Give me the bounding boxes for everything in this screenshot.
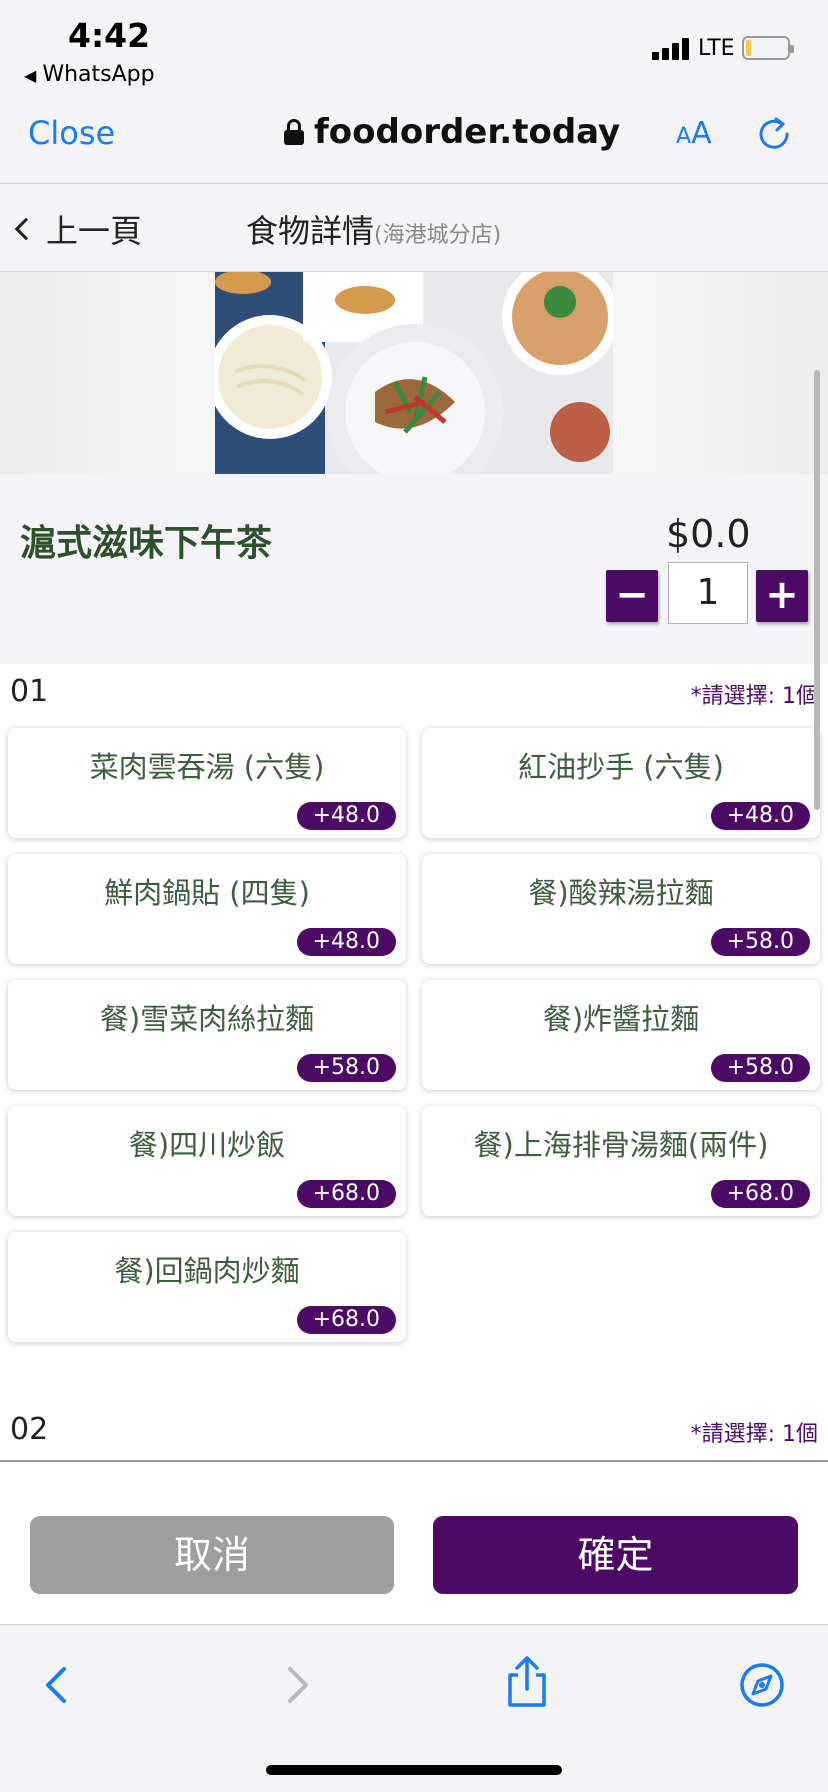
compass-icon[interactable] [738, 1661, 786, 1709]
group-number: 01 [10, 674, 49, 709]
home-indicator [266, 1765, 562, 1775]
back-icon[interactable] [34, 1661, 82, 1709]
page-title: 食物詳情(海港城分店) [246, 212, 502, 250]
group-header-02: 02 *請選擇: 1個 [0, 1402, 828, 1458]
browser-top-bar: Close foodorder.today AA [0, 96, 828, 184]
scrollbar[interactable] [814, 370, 820, 810]
hero-banner [0, 272, 828, 474]
status-bar: 4:42 ◀ WhatsApp LTE [0, 0, 828, 96]
back-label: 上一頁 [46, 212, 143, 250]
quantity-increase-button[interactable]: + [756, 570, 808, 622]
option-price-badge: +48.0 [296, 802, 396, 830]
status-time: 4:42 [68, 16, 151, 55]
option-label: 餐)上海排骨湯麵(兩件) [473, 1128, 769, 1162]
confirm-button[interactable]: 確定 [433, 1516, 798, 1594]
option-card[interactable]: 紅油抄手 (六隻) +48.0 [422, 728, 820, 838]
reload-icon[interactable] [756, 116, 792, 152]
chevron-left-icon [14, 217, 38, 241]
option-price-badge: +68.0 [710, 1180, 810, 1208]
action-footer: 取消 確定 [0, 1462, 828, 1624]
url-text: foodorder.today [314, 112, 621, 152]
option-label: 餐)四川炒飯 [128, 1128, 286, 1162]
quantity-decrease-button[interactable]: − [606, 570, 658, 622]
cancel-button[interactable]: 取消 [30, 1516, 394, 1594]
text-size-button[interactable]: AA [676, 116, 712, 151]
network-label: LTE [698, 36, 735, 61]
option-price-badge: +68.0 [296, 1180, 396, 1208]
browser-toolbar [0, 1624, 828, 1792]
option-label: 餐)酸辣湯拉麵 [528, 876, 714, 910]
option-label: 紅油抄手 (六隻) [518, 750, 724, 784]
back-button[interactable]: 上一頁 [14, 206, 143, 252]
url-bar[interactable]: foodorder.today [284, 112, 620, 152]
branch-subtitle: (海港城分店) [374, 223, 502, 248]
item-price: $0.0 [666, 512, 751, 556]
lock-icon [284, 119, 304, 145]
back-to-app-link[interactable]: ◀ WhatsApp [24, 62, 155, 87]
option-card[interactable]: 菜肉雲吞湯 (六隻) +48.0 [8, 728, 406, 838]
signal-icon [652, 38, 692, 60]
option-price-badge: +48.0 [710, 802, 810, 830]
page-header: 上一頁 食物詳情(海港城分店) [0, 184, 828, 272]
group-header-01: 01 *請選擇: 1個 [0, 664, 828, 720]
option-price-badge: +68.0 [296, 1306, 396, 1334]
close-button[interactable]: Close [28, 114, 115, 152]
option-groups: 01 *請選擇: 1個 菜肉雲吞湯 (六隻) +48.0 紅油抄手 (六隻) +… [0, 664, 828, 1462]
option-price-badge: +58.0 [710, 928, 810, 956]
option-card[interactable]: 餐)上海排骨湯麵(兩件) +68.0 [422, 1106, 820, 1216]
forward-icon[interactable] [272, 1661, 320, 1709]
option-card[interactable]: 餐)酸辣湯拉麵 +58.0 [422, 854, 820, 964]
option-price-badge: +48.0 [296, 928, 396, 956]
quantity-input[interactable]: 1 [668, 562, 748, 624]
food-photo [215, 272, 613, 474]
item-summary: 滬式滋味下午茶 $0.0 − 1 + [0, 474, 828, 664]
item-name: 滬式滋味下午茶 [20, 523, 273, 564]
option-price-badge: +58.0 [710, 1054, 810, 1082]
back-app-label: WhatsApp [42, 62, 155, 87]
option-label: 菜肉雲吞湯 (六隻) [89, 750, 325, 784]
share-icon[interactable] [502, 1655, 552, 1709]
group-requirement: *請選擇: 1個 [690, 684, 818, 709]
option-label: 鮮肉鍋貼 (四隻) [104, 876, 310, 910]
option-price-badge: +58.0 [296, 1054, 396, 1082]
option-card[interactable]: 鮮肉鍋貼 (四隻) +48.0 [8, 854, 406, 964]
option-label: 餐)雪菜肉絲拉麵 [99, 1002, 315, 1036]
option-label: 餐)回鍋肉炒麵 [114, 1254, 300, 1288]
group-requirement: *請選擇: 1個 [690, 1422, 818, 1447]
option-card[interactable]: 餐)四川炒飯 +68.0 [8, 1106, 406, 1216]
battery-icon [742, 36, 794, 60]
group-number: 02 [10, 1412, 49, 1447]
option-card[interactable]: 餐)回鍋肉炒麵 +68.0 [8, 1232, 406, 1342]
option-card[interactable]: 餐)炸醬拉麵 +58.0 [422, 980, 820, 1090]
back-triangle-icon: ◀ [24, 66, 37, 85]
option-card[interactable]: 餐)雪菜肉絲拉麵 +58.0 [8, 980, 406, 1090]
option-label: 餐)炸醬拉麵 [542, 1002, 700, 1036]
